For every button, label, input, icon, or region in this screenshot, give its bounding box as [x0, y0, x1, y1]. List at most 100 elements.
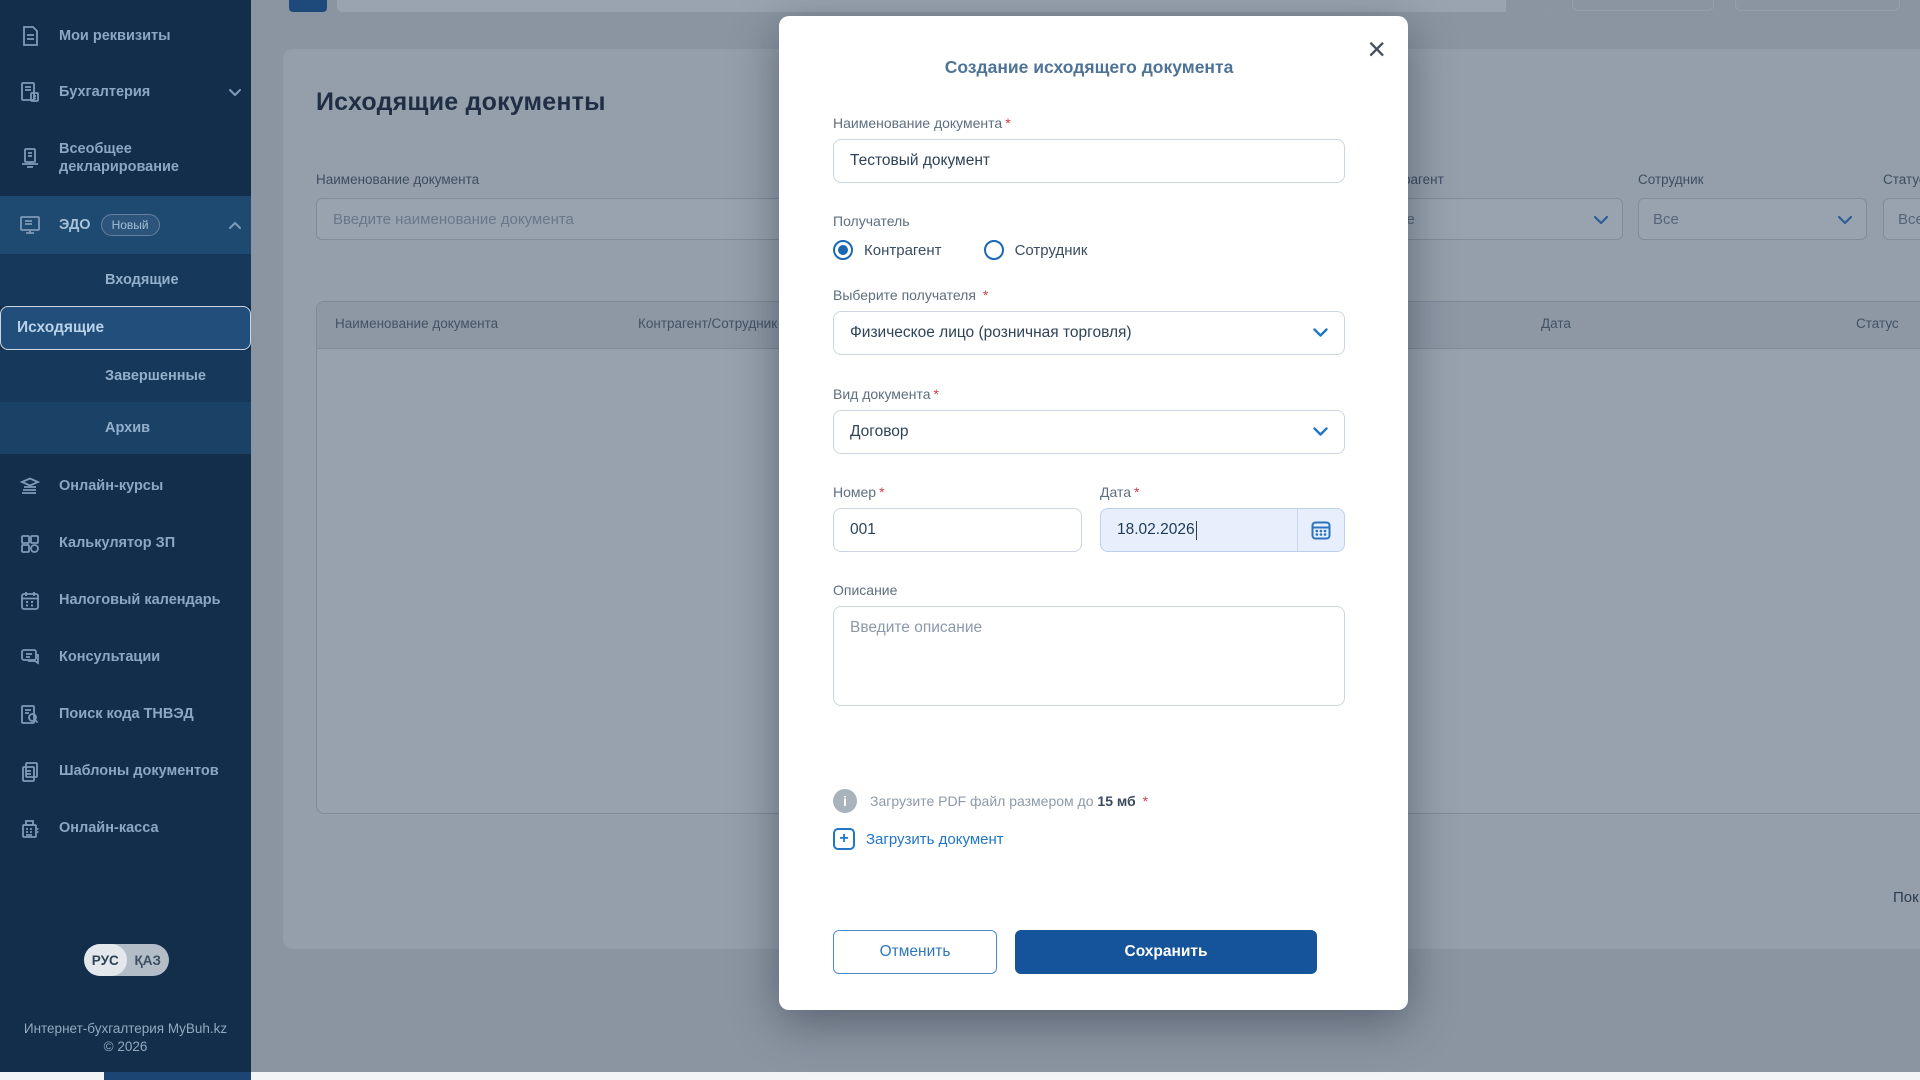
- sidebar-item-label: Шаблоны документов: [59, 762, 219, 780]
- toolbar-inner-button-fragment[interactable]: [1506, 0, 1553, 12]
- recipient-select[interactable]: Физическое лицо (розничная торговля): [833, 311, 1345, 355]
- chevron-up-icon: [229, 216, 241, 234]
- cancel-button[interactable]: Отменить: [833, 930, 997, 974]
- pagination-label: Пок: [1893, 889, 1919, 906]
- upload-info-text: Загрузите PDF файл размером до 15 мб *: [870, 793, 1148, 809]
- doc-type-select[interactable]: Договор: [833, 410, 1345, 454]
- chevron-down-icon: [1838, 211, 1852, 228]
- info-icon: i: [833, 789, 857, 813]
- upload-document-button[interactable]: + Загрузить документ: [833, 828, 1345, 850]
- sidebar-item-online-courses[interactable]: Онлайн-курсы: [0, 458, 251, 515]
- calendar-icon[interactable]: [1297, 509, 1344, 551]
- language-rus-button[interactable]: РУС: [84, 944, 127, 976]
- modal-title: Создание исходящего документа: [833, 57, 1345, 78]
- sidebar-item-my-requisites[interactable]: Мои реквизиты: [0, 8, 251, 64]
- sidebar-item-label: ЭДО: [59, 216, 91, 234]
- toolbar-searchbar-fragment[interactable]: [337, 0, 1553, 12]
- doc-name-input[interactable]: [833, 139, 1345, 183]
- edo-icon: [18, 213, 44, 237]
- search-doc-icon: [18, 703, 44, 727]
- doc-type-select-value: Договор: [850, 423, 909, 441]
- table-header-counterparty: Контрагент/Сотрудник: [638, 316, 777, 331]
- required-mark: *: [933, 386, 938, 402]
- sidebar-item-accounting[interactable]: Бухгалтерия: [0, 64, 251, 120]
- required-mark: *: [1134, 484, 1139, 500]
- sidebar-item-declaration[interactable]: Всеобщее декларирование: [0, 120, 248, 196]
- chevron-down-icon: [1594, 211, 1608, 228]
- required-mark: *: [879, 484, 884, 500]
- sidebar-item-label: Мои реквизиты: [59, 27, 171, 45]
- filter-employee-select[interactable]: Все: [1638, 198, 1867, 240]
- text-caret: [1196, 521, 1198, 540]
- date-value: 18.02.2026: [1117, 521, 1195, 539]
- sidebar-item-incoming[interactable]: Входящие: [0, 254, 251, 306]
- chevron-down-icon: [229, 83, 241, 101]
- sidebar-item-label: Онлайн-касса: [59, 819, 159, 837]
- create-outgoing-document-modal: × Создание исходящего документа Наименов…: [779, 16, 1408, 1010]
- filter-status-select[interactable]: Все: [1883, 198, 1920, 240]
- bottom-strip-accent: [104, 1072, 251, 1080]
- footer-brand: Интернет-бухгалтерия MyBuh.kz: [0, 1020, 251, 1038]
- cash-register-icon: [18, 817, 44, 841]
- chevron-down-icon: [1313, 423, 1328, 441]
- upload-document-link[interactable]: Загрузить документ: [866, 831, 1004, 848]
- table-header-status: Статус: [1856, 316, 1899, 331]
- language-kaz-button[interactable]: ҚАЗ: [127, 944, 170, 976]
- toolbar-field-fragment[interactable]: [1572, 0, 1714, 11]
- language-toggle: РУС ҚАЗ: [84, 944, 169, 976]
- upload-info-row: i Загрузите PDF файл размером до 15 мб *: [833, 789, 1345, 813]
- sidebar-item-label: Калькулятор ЗП: [59, 534, 175, 552]
- table-header-date: Дата: [1541, 316, 1571, 331]
- sidebar-item-label: Налоговый календарь: [59, 591, 221, 609]
- date-label: Дата*: [1100, 484, 1345, 500]
- sidebar-footer: Интернет-бухгалтерия MyBuh.kz © 2026: [0, 1020, 251, 1056]
- required-mark: *: [1005, 115, 1010, 131]
- filter-counterparty-select[interactable]: Все: [1374, 198, 1623, 240]
- choose-recipient-label: Выберите получателя *: [833, 287, 1345, 303]
- radio-unselected-icon: [984, 240, 1004, 260]
- save-button[interactable]: Сохранить: [1015, 930, 1317, 974]
- page-title: Исходящие документы: [316, 88, 606, 117]
- number-label: Номер*: [833, 484, 1082, 500]
- app-stage: Исходящие документы Наименование докумен…: [0, 0, 1920, 1080]
- description-textarea[interactable]: [833, 606, 1345, 706]
- sidebar-item-document-templates[interactable]: Шаблоны документов: [0, 743, 251, 800]
- doc-type-label: Вид документа*: [833, 386, 1345, 402]
- bottom-strip: [0, 1072, 1920, 1080]
- sidebar-item-tnved-search[interactable]: Поиск кода ТНВЭД: [0, 686, 251, 743]
- filter-name-placeholder: Введите наименование документа: [333, 211, 574, 228]
- sidebar: Мои реквизиты Бухгалтерия Всеобщее декла…: [0, 0, 251, 1072]
- filter-status-label: Статус: [1883, 172, 1920, 187]
- sidebar-item-label: Поиск кода ТНВЭД: [59, 705, 194, 723]
- required-mark: *: [983, 287, 988, 303]
- radio-employee[interactable]: Сотрудник: [984, 240, 1088, 260]
- toolbar-field-fragment[interactable]: [1735, 0, 1900, 11]
- table-header-name: Наименование документа: [335, 316, 498, 331]
- required-mark: *: [1143, 793, 1148, 809]
- sidebar-item-outgoing[interactable]: Исходящие: [0, 306, 251, 350]
- templates-icon: [18, 760, 44, 784]
- date-input[interactable]: 18.02.2026: [1100, 508, 1345, 552]
- sidebar-item-online-cashdesk[interactable]: Онлайн-касса: [0, 800, 251, 857]
- radio-counterparty[interactable]: Контрагент: [833, 240, 942, 260]
- new-badge: Новый: [101, 214, 160, 236]
- toolbar-button-fragment[interactable]: [289, 0, 327, 12]
- chat-icon: [18, 646, 44, 670]
- sidebar-item-edo[interactable]: ЭДО Новый: [0, 196, 251, 254]
- chevron-down-icon: [1313, 324, 1328, 342]
- sidebar-item-salary-calculator[interactable]: Калькулятор ЗП: [0, 515, 251, 572]
- calendar-icon: [18, 589, 44, 613]
- sidebar-item-tax-calendar[interactable]: Налоговый календарь: [0, 572, 251, 629]
- sidebar-item-completed[interactable]: Завершенные: [0, 350, 251, 402]
- sidebar-item-label: Онлайн-курсы: [59, 477, 163, 495]
- close-icon[interactable]: ×: [1367, 34, 1386, 64]
- number-input[interactable]: [833, 508, 1082, 552]
- declaration-icon: [18, 146, 44, 170]
- doc-name-label: Наименование документа*: [833, 115, 1345, 131]
- sidebar-item-archive[interactable]: Архив: [0, 402, 251, 454]
- sidebar-item-label: Бухгалтерия: [59, 83, 150, 101]
- courses-icon: [18, 475, 44, 499]
- filter-employee-label: Сотрудник: [1638, 172, 1704, 187]
- sidebar-item-label: Консультации: [59, 648, 160, 666]
- sidebar-item-consultations[interactable]: Консультации: [0, 629, 251, 686]
